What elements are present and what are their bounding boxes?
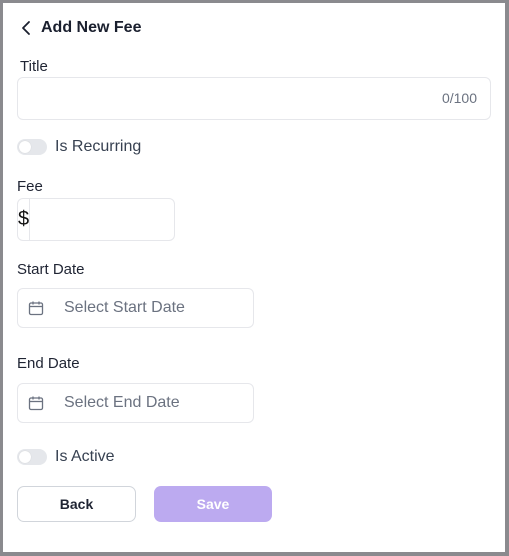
fee-input[interactable] xyxy=(30,199,208,240)
calendar-icon xyxy=(28,395,44,411)
is-active-toggle[interactable] xyxy=(17,449,47,465)
save-button[interactable]: Save xyxy=(154,486,272,522)
toggle-knob xyxy=(19,141,31,153)
end-date-label: End Date xyxy=(17,355,80,372)
page-frame: Add New Fee Title 0/100 Is Recurring Fee… xyxy=(0,0,509,556)
start-date-label: Start Date xyxy=(17,261,85,278)
dollar-icon: $ xyxy=(18,199,31,240)
fee-label: Fee xyxy=(17,178,43,195)
title-label: Title xyxy=(20,58,48,75)
title-input[interactable] xyxy=(18,78,396,119)
is-recurring-label: Is Recurring xyxy=(55,138,142,155)
end-date-placeholder: Select End Date xyxy=(64,394,180,411)
title-char-counter: 0/100 xyxy=(441,90,477,106)
fee-field[interactable]: $ xyxy=(17,198,208,241)
chevron-left-icon[interactable] xyxy=(19,20,33,36)
back-button[interactable]: Back xyxy=(17,486,136,522)
toggle-knob xyxy=(19,451,31,463)
is-active-label: Is Active xyxy=(55,448,115,465)
end-date-picker[interactable]: Select End Date xyxy=(17,383,254,423)
calendar-icon xyxy=(28,300,44,316)
page-title: Add New Fee xyxy=(41,19,142,36)
title-field[interactable]: 0/100 xyxy=(17,77,491,120)
page-header: Add New Fee xyxy=(19,17,141,39)
start-date-placeholder: Select Start Date xyxy=(64,299,185,316)
is-recurring-toggle[interactable] xyxy=(17,139,47,155)
start-date-picker[interactable]: Select Start Date xyxy=(17,288,254,328)
